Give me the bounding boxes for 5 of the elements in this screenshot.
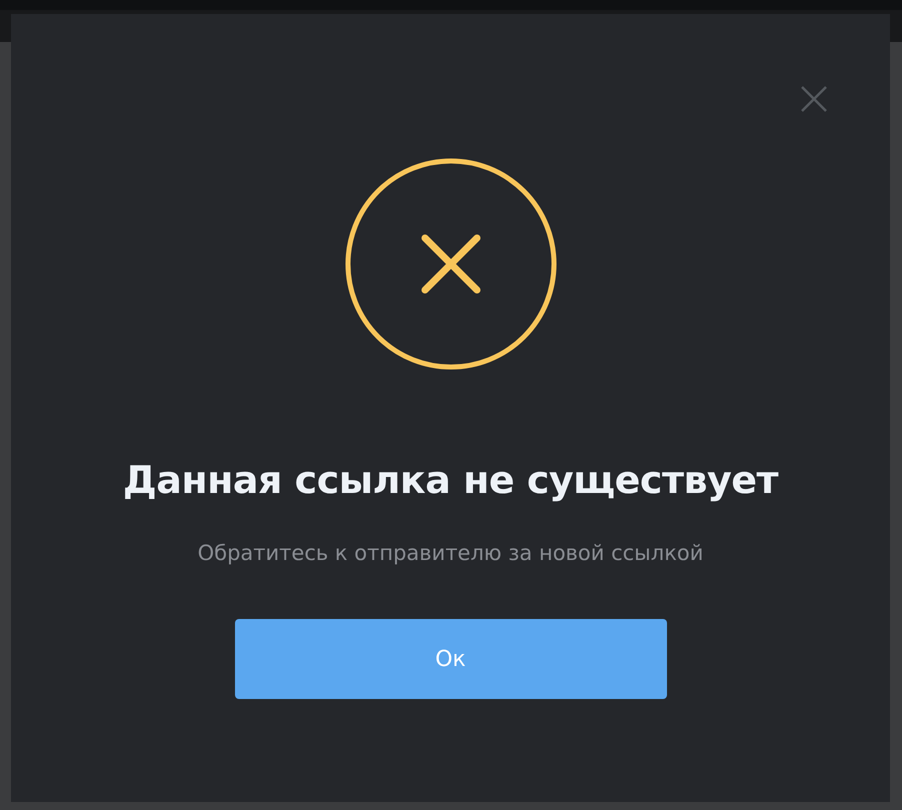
error-icon — [344, 158, 556, 370]
close-icon — [801, 86, 827, 112]
dialog-title: Данная ссылка не существует — [122, 458, 778, 504]
ok-button[interactable]: Ок — [234, 619, 666, 700]
dialog-message: Обратитесь к отправителю за новой ссылкой — [198, 540, 704, 567]
